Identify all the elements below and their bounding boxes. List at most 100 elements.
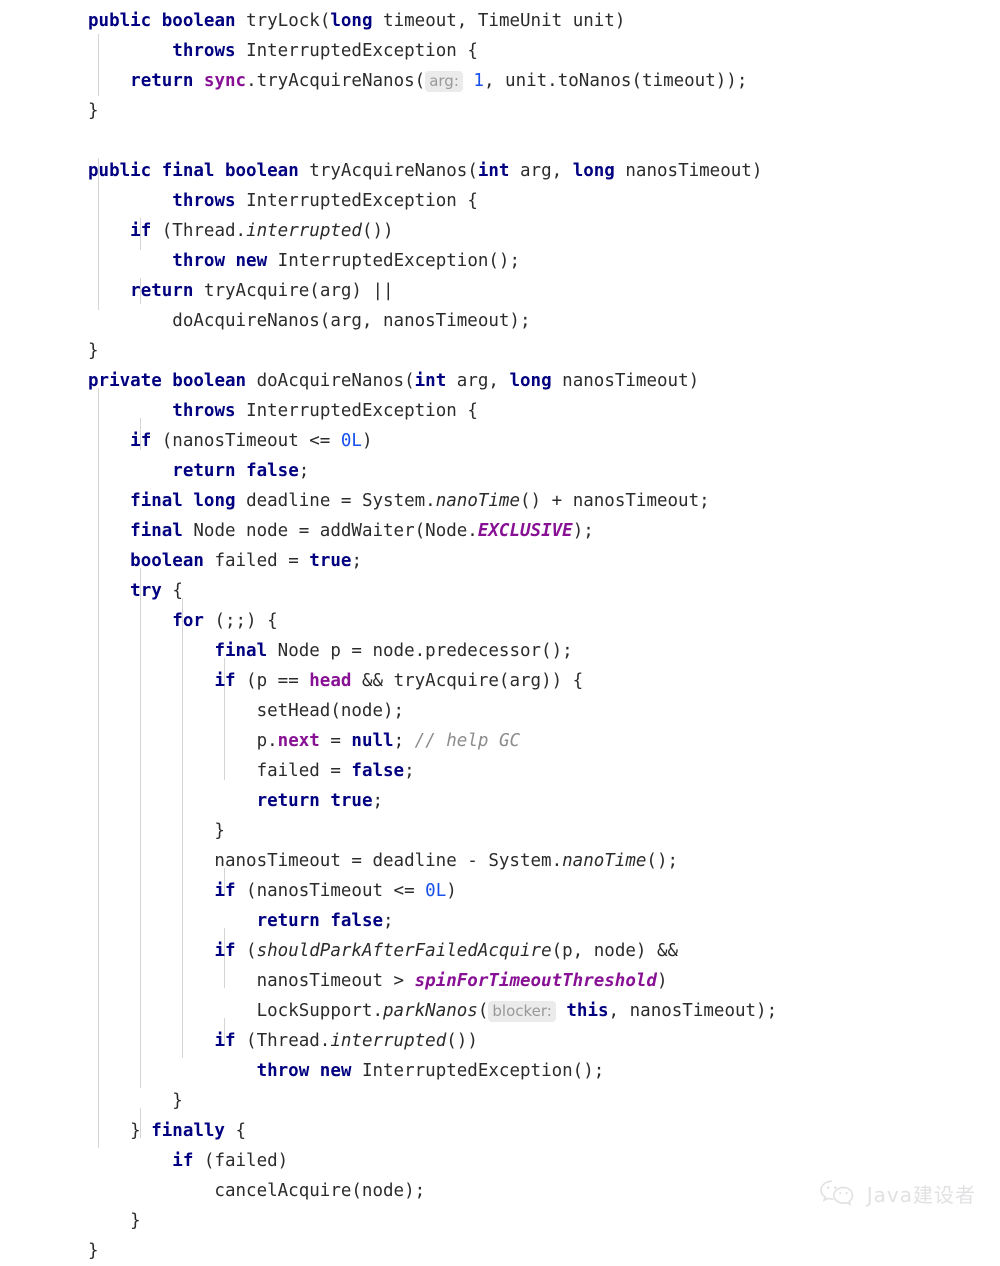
- code-token: public: [88, 11, 162, 31]
- code-token: , nanosTimeout);: [608, 1001, 778, 1021]
- code-token: (p ==: [246, 671, 310, 691]
- code-token: nanosTimeout): [625, 161, 763, 181]
- code-line[interactable]: final Node node = addWaiter(Node.EXCLUSI…: [88, 516, 988, 546]
- code-token: throws: [172, 191, 247, 211]
- code-token: tryAcquireNanos(: [309, 161, 478, 181]
- code-token: shouldParkAfterFailedAcquire: [256, 941, 552, 961]
- code-token: public: [88, 161, 162, 181]
- code-line[interactable]: return false;: [88, 906, 988, 936]
- code-line[interactable]: nanosTimeout = deadline - System.nanoTim…: [88, 846, 988, 876]
- code-token: null: [351, 731, 394, 751]
- parameter-hint: arg:: [425, 71, 463, 92]
- code-token: ;: [351, 551, 362, 571]
- code-line[interactable]: } finally {: [88, 1116, 988, 1146]
- code-token: int: [414, 371, 457, 391]
- code-line[interactable]: return tryAcquire(arg) ||: [88, 276, 988, 306]
- code-line[interactable]: return false;: [88, 456, 988, 486]
- code-token: true: [309, 551, 352, 571]
- code-token: next: [277, 731, 320, 751]
- code-token: return: [130, 281, 204, 301]
- code-token: () + nanosTimeout;: [520, 491, 710, 511]
- code-line[interactable]: throws InterruptedException {: [88, 396, 988, 426]
- code-line[interactable]: nanosTimeout > spinForTimeoutThreshold): [88, 966, 988, 996]
- code-line[interactable]: setHead(node);: [88, 696, 988, 726]
- code-token: (p, node) &&: [551, 941, 679, 961]
- code-token: ): [446, 881, 457, 901]
- code-token: arg,: [456, 371, 510, 391]
- code-line[interactable]: if (Thread.interrupted()): [88, 216, 988, 246]
- code-token: (;;) {: [214, 611, 278, 631]
- code-line[interactable]: if (nanosTimeout <= 0L): [88, 426, 988, 456]
- code-line[interactable]: }: [88, 816, 988, 846]
- code-token: // help GC: [414, 731, 521, 751]
- code-line[interactable]: try {: [88, 576, 988, 606]
- code-token: EXCLUSIVE: [477, 521, 573, 541]
- code-line[interactable]: throw new InterruptedException();: [88, 246, 988, 276]
- code-token: boolean: [172, 371, 257, 391]
- code-token: }: [88, 101, 99, 121]
- code-line[interactable]: throws InterruptedException {: [88, 36, 988, 66]
- code-line[interactable]: throws InterruptedException {: [88, 186, 988, 216]
- code-token: long: [330, 11, 384, 31]
- code-line[interactable]: }: [88, 96, 988, 126]
- code-line[interactable]: final long deadline = System.nanoTime() …: [88, 486, 988, 516]
- code-token: boolean: [161, 11, 247, 31]
- code-token: nanosTimeout = deadline - System.: [88, 851, 563, 871]
- code-token: ()): [361, 221, 394, 241]
- code-line[interactable]: private boolean doAcquireNanos(int arg, …: [88, 366, 988, 396]
- code-token: if: [172, 1151, 204, 1171]
- code-line[interactable]: doAcquireNanos(arg, nanosTimeout);: [88, 306, 988, 336]
- code-line[interactable]: failed = false;: [88, 756, 988, 786]
- code-line[interactable]: return true;: [88, 786, 988, 816]
- code-token: for: [172, 611, 215, 631]
- code-token: private: [88, 371, 173, 391]
- code-token: if: [214, 671, 247, 691]
- code-token: , unit.toNanos(timeout));: [483, 71, 748, 91]
- code-line[interactable]: return sync.tryAcquireNanos(arg: 1, unit…: [88, 66, 988, 96]
- code-line[interactable]: boolean failed = true;: [88, 546, 988, 576]
- code-token: InterruptedException {: [246, 401, 478, 421]
- code-token: .tryAcquireNanos(: [246, 71, 426, 91]
- code-token: final: [130, 491, 194, 511]
- code-line[interactable]: p.next = null; // help GC: [88, 726, 988, 756]
- code-token: (Thread.: [246, 1031, 331, 1051]
- code-line[interactable]: if (nanosTimeout <= 0L): [88, 876, 988, 906]
- code-token: parkNanos: [383, 1001, 478, 1021]
- code-token: }: [88, 821, 225, 841]
- watermark: Java建设者: [818, 1178, 976, 1208]
- code-line[interactable]: }: [88, 1086, 988, 1116]
- code-line[interactable]: public boolean tryLock(long timeout, Tim…: [88, 6, 988, 36]
- code-token: long: [193, 491, 247, 511]
- code-line[interactable]: }: [88, 1206, 988, 1236]
- code-line[interactable]: for (;;) {: [88, 606, 988, 636]
- code-line[interactable]: LockSupport.parkNanos(blocker: this, nan…: [88, 996, 988, 1026]
- code-token: }: [88, 1121, 152, 1141]
- code-viewer[interactable]: public boolean tryLock(long timeout, Tim…: [0, 0, 1000, 1261]
- code-token: ): [361, 431, 373, 451]
- code-line[interactable]: if (failed): [88, 1146, 988, 1176]
- code-token: ;: [393, 731, 415, 751]
- code-line[interactable]: if (shouldParkAfterFailedAcquire(p, node…: [88, 936, 988, 966]
- code-token: Node p = node.predecessor();: [277, 641, 573, 661]
- code-line[interactable]: throw new InterruptedException();: [88, 1056, 988, 1086]
- code-line[interactable]: if (p == head && tryAcquire(arg)) {: [88, 666, 988, 696]
- code-line-list[interactable]: public boolean tryLock(long timeout, Tim…: [88, 6, 988, 1266]
- code-token: final: [130, 521, 194, 541]
- code-line[interactable]: }: [88, 336, 988, 366]
- code-token: failed =: [214, 551, 310, 571]
- code-line[interactable]: final Node p = node.predecessor();: [88, 636, 988, 666]
- code-line[interactable]: if (Thread.interrupted()): [88, 1026, 988, 1056]
- code-line[interactable]: public final boolean tryAcquireNanos(int…: [88, 156, 988, 186]
- code-line[interactable]: [88, 126, 988, 156]
- code-line[interactable]: }: [88, 1236, 988, 1266]
